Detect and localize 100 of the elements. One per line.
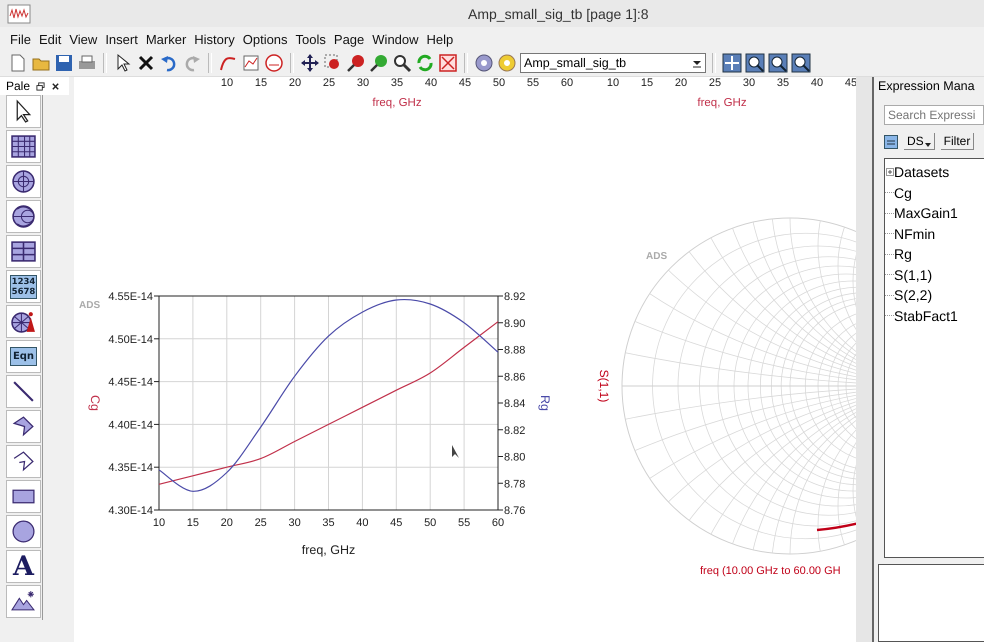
move-icon[interactable] — [300, 53, 320, 73]
number-label: 1234 — [12, 276, 36, 286]
palette-tool-button[interactable] — [6, 130, 41, 163]
expression-item[interactable]: MaxGain1 — [894, 205, 958, 222]
dataset-group-item[interactable]: Datasets — [894, 164, 950, 180]
palette-title: Pale — [6, 79, 30, 93]
polar-marker-icon — [11, 309, 36, 334]
number-label: 5678 — [12, 286, 36, 296]
design-dropdown[interactable]: Amp_small_sig_tb — [520, 53, 706, 73]
menu-item[interactable]: Page — [330, 32, 368, 46]
zoom-in-icon[interactable] — [346, 53, 366, 73]
palette-tool-button[interactable]: Eqn — [6, 340, 41, 373]
fit-view-icon[interactable] — [722, 53, 742, 73]
menu-item[interactable]: View — [65, 32, 102, 46]
filter-button[interactable]: Filter — [940, 133, 974, 150]
menu-item[interactable]: File — [6, 32, 35, 46]
y2-tick-label: 8.84 — [504, 398, 526, 410]
menu-item[interactable]: History — [190, 32, 239, 46]
palette-tool-button[interactable]: 1234 5678 — [6, 270, 41, 303]
y-tick-label: 4.45E-14 — [108, 376, 153, 389]
y2-tick-label: 8.76 — [504, 505, 526, 517]
menu-item[interactable]: Help — [422, 32, 458, 46]
axis-tick-label: 40 — [810, 77, 824, 89]
y2-tick-label: 8.78 — [504, 478, 526, 490]
plot-icon[interactable] — [241, 53, 261, 73]
panel-title: Expression Mana — [877, 78, 976, 95]
axis-tick-label: 35 — [776, 77, 790, 89]
axis-title: freq, GHz — [697, 97, 747, 109]
x-tick-label: 25 — [254, 517, 267, 529]
axis-tick-label: 30 — [742, 77, 756, 89]
y-tick-label: 4.55E-14 — [108, 291, 153, 303]
palette-tool-button[interactable] — [6, 95, 41, 128]
restore-icon[interactable] — [36, 82, 46, 90]
palette-tool-button[interactable] — [6, 515, 41, 548]
x-tick-label: 45 — [390, 517, 402, 529]
polar-plot-icon — [11, 169, 36, 194]
y2-tick-label: 8.82 — [504, 424, 526, 437]
axis-title: freq, GHz — [372, 97, 422, 109]
zoom-out-icon[interactable] — [768, 53, 788, 73]
disc-icon[interactable] — [497, 53, 517, 73]
menu-item[interactable]: Options — [238, 32, 292, 46]
disc-icon[interactable] — [474, 53, 494, 73]
palette-tool-button[interactable] — [6, 480, 41, 513]
menu-item[interactable]: Insert — [101, 32, 142, 46]
menu-item[interactable]: Tools — [292, 32, 330, 46]
zoom-out-icon[interactable] — [369, 53, 389, 73]
palette-tool-button[interactable]: A — [6, 550, 41, 583]
menu-item[interactable]: Window — [368, 32, 423, 46]
palette-tool-button[interactable] — [6, 375, 41, 408]
equation-icon[interactable] — [884, 134, 898, 148]
palette-tool-button[interactable] — [6, 410, 41, 443]
axis-tick-label: 10 — [220, 77, 234, 89]
expression-item[interactable]: Rg — [894, 246, 912, 262]
axis-tick-label: 10 — [606, 77, 620, 89]
palette-tool-button[interactable] — [6, 235, 41, 268]
expression-item[interactable]: S(2,2) — [894, 287, 932, 304]
delete-icon[interactable] — [136, 53, 156, 73]
axis-tick-label: 25 — [322, 77, 336, 89]
caret-icon — [924, 143, 931, 147]
badge-icon[interactable] — [264, 53, 284, 73]
polygon-icon — [11, 414, 36, 439]
line-icon — [11, 379, 36, 404]
stop-icon[interactable] — [438, 53, 458, 73]
expression-item[interactable]: StabFact1 — [894, 308, 958, 324]
palette-tool-button[interactable] — [6, 200, 41, 233]
close-icon[interactable] — [51, 82, 60, 90]
menu-item[interactable]: Edit — [34, 32, 66, 46]
save-icon[interactable] — [54, 53, 74, 73]
mouse-cursor-icon — [452, 445, 459, 458]
y2-axis-title: Rg — [538, 395, 552, 411]
x-tick-label: 35 — [322, 517, 335, 529]
x-tick-label: 50 — [424, 517, 436, 529]
palette-tool-button[interactable] — [6, 165, 41, 198]
y-tick-label: 4.30E-14 — [108, 505, 153, 517]
smith-chart-icon — [11, 204, 36, 229]
axis-tick-label: 20 — [674, 77, 688, 89]
expand-icon[interactable] — [886, 168, 894, 176]
frequency-range-caption: freq (10.00 GHz to 60.00 GH — [700, 565, 841, 577]
axis-tick-label: 35 — [390, 77, 404, 89]
y-axis-title: S(1,1) — [596, 370, 611, 402]
zoom-in-icon[interactable] — [745, 53, 765, 73]
palette-tool-button[interactable] — [6, 445, 41, 478]
palette-tool-button[interactable] — [6, 305, 41, 338]
axis-tick-label: 20 — [288, 77, 302, 89]
circle-icon — [11, 519, 36, 544]
menu-item[interactable]: Marker — [142, 32, 190, 46]
axis-tick-label: 50 — [492, 77, 506, 89]
expression-item[interactable]: S(1,1) — [894, 266, 932, 283]
search-field[interactable]: Search Expressi — [884, 105, 984, 125]
dataset-dropdown[interactable]: DS — [904, 133, 935, 150]
search-icon[interactable] — [392, 53, 412, 73]
y2-tick-label: 8.90 — [504, 318, 526, 330]
window-title: Amp_small_sig_tb [page 1]:8 — [468, 6, 649, 22]
palette-tool-button[interactable] — [6, 585, 41, 618]
expression-item[interactable]: NFmin — [894, 226, 936, 242]
y-tick-label: 4.40E-14 — [108, 419, 153, 432]
zoom-area-icon[interactable] — [791, 53, 811, 73]
y2-tick-label: 8.80 — [504, 452, 526, 464]
expression-item[interactable]: Cg — [894, 184, 912, 201]
x-tick-label: 55 — [458, 517, 470, 529]
